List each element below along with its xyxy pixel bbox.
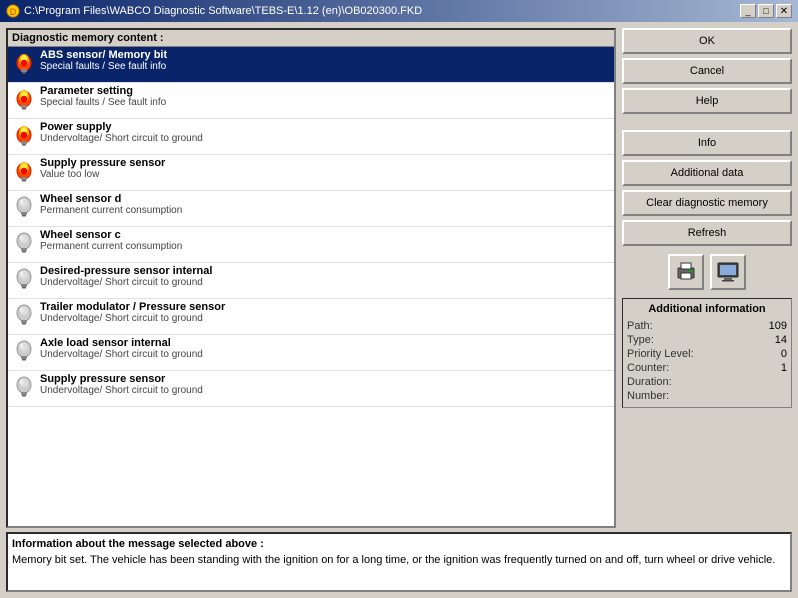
window-controls: _ □ ✕ bbox=[740, 4, 792, 18]
list-item[interactable]: Axle load sensor internalUndervoltage/ S… bbox=[8, 335, 614, 371]
item-title: Wheel sensor d bbox=[40, 193, 182, 205]
info-row: Priority Level: 0 bbox=[627, 347, 787, 361]
additional-info-title: Additional information bbox=[627, 303, 787, 315]
bulb-icon bbox=[12, 267, 36, 291]
clear-diagnostic-button[interactable]: Clear diagnostic memory bbox=[622, 190, 792, 216]
item-title: Supply pressure sensor bbox=[40, 373, 203, 385]
item-title: Power supply bbox=[40, 121, 203, 133]
list-item[interactable]: Trailer modulator / Pressure sensorUnder… bbox=[8, 299, 614, 335]
item-title: Trailer modulator / Pressure sensor bbox=[40, 301, 225, 313]
print-icon bbox=[674, 260, 698, 284]
flame-icon bbox=[12, 51, 36, 75]
additional-info-panel: Additional information Path:109Type:14Pr… bbox=[622, 298, 792, 408]
bulb-icon bbox=[12, 339, 36, 363]
list-item[interactable]: Wheel sensor dPermanent current consumpt… bbox=[8, 191, 614, 227]
flame-icon bbox=[12, 159, 36, 183]
item-title: Supply pressure sensor bbox=[40, 157, 165, 169]
item-title: Desired-pressure sensor internal bbox=[40, 265, 212, 277]
info-field-value: 0 bbox=[781, 348, 787, 360]
minimize-button[interactable]: _ bbox=[740, 4, 756, 18]
item-subtitle: Special faults / See fault info bbox=[40, 61, 167, 72]
info-field-label: Duration: bbox=[627, 376, 672, 388]
item-subtitle: Special faults / See fault info bbox=[40, 97, 166, 108]
info-field-label: Counter: bbox=[627, 362, 669, 374]
bulb-icon bbox=[12, 195, 36, 219]
info-field-label: Path: bbox=[627, 320, 653, 332]
maximize-button[interactable]: □ bbox=[758, 4, 774, 18]
list-item[interactable]: Supply pressure sensorUndervoltage/ Shor… bbox=[8, 371, 614, 407]
close-button[interactable]: ✕ bbox=[776, 4, 792, 18]
info-field-label: Priority Level: bbox=[627, 348, 694, 360]
diagnostic-list[interactable]: ABS sensor/ Memory bitSpecial faults / S… bbox=[8, 47, 614, 526]
refresh-button[interactable]: Refresh bbox=[622, 220, 792, 246]
app-icon: D bbox=[6, 4, 20, 18]
info-field-label: Number: bbox=[627, 390, 669, 402]
bulb-icon bbox=[12, 303, 36, 327]
item-subtitle: Permanent current consumption bbox=[40, 241, 182, 252]
item-subtitle: Undervoltage/ Short circuit to ground bbox=[40, 133, 203, 144]
list-item[interactable]: Power supplyUndervoltage/ Short circuit … bbox=[8, 119, 614, 155]
item-subtitle: Undervoltage/ Short circuit to ground bbox=[40, 277, 212, 288]
info-row: Counter: 1 bbox=[627, 361, 787, 375]
info-row: Duration: bbox=[627, 375, 787, 389]
item-title: Axle load sensor internal bbox=[40, 337, 203, 349]
info-field-label: Type: bbox=[627, 334, 654, 346]
additional-data-button[interactable]: Additional data bbox=[622, 160, 792, 186]
main-content: Diagnostic memory content : ABS sensor/ … bbox=[6, 28, 792, 528]
info-row: Path: 109 bbox=[627, 319, 787, 333]
item-subtitle: Undervoltage/ Short circuit to ground bbox=[40, 349, 203, 360]
item-subtitle: Undervoltage/ Short circuit to ground bbox=[40, 313, 225, 324]
help-button[interactable]: Help bbox=[622, 88, 792, 114]
print-icon-button[interactable] bbox=[668, 254, 704, 290]
list-item[interactable]: Supply pressure sensorValue too low bbox=[8, 155, 614, 191]
info-fields: Path: 109 Type: 14 Priority Level: 0 Counter: 1… bbox=[627, 319, 787, 403]
list-label: Diagnostic memory content : bbox=[8, 30, 614, 47]
svg-text:D: D bbox=[10, 7, 17, 17]
list-item[interactable]: Parameter settingSpecial faults / See fa… bbox=[8, 83, 614, 119]
item-title: Parameter setting bbox=[40, 85, 166, 97]
list-item[interactable]: Wheel sensor cPermanent current consumpt… bbox=[8, 227, 614, 263]
info-row: Number: bbox=[627, 389, 787, 403]
info-button[interactable]: Info bbox=[622, 130, 792, 156]
info-field-value: 14 bbox=[775, 334, 787, 346]
bulb-icon bbox=[12, 231, 36, 255]
cancel-button[interactable]: Cancel bbox=[622, 58, 792, 84]
info-row: Type: 14 bbox=[627, 333, 787, 347]
title-bar: D C:\Program Files\WABCO Diagnostic Soft… bbox=[0, 0, 798, 22]
bottom-panel: Information about the message selected a… bbox=[6, 532, 792, 592]
item-title: Wheel sensor c bbox=[40, 229, 182, 241]
bulb-icon bbox=[12, 375, 36, 399]
item-subtitle: Permanent current consumption bbox=[40, 205, 182, 216]
right-panel: OK Cancel Help Info Additional data Clea… bbox=[622, 28, 792, 528]
display-icon bbox=[716, 260, 740, 284]
bottom-label: Information about the message selected a… bbox=[12, 538, 786, 550]
flame-icon bbox=[12, 87, 36, 111]
ok-button[interactable]: OK bbox=[622, 28, 792, 54]
info-field-value: 1 bbox=[781, 362, 787, 374]
icon-area bbox=[622, 250, 792, 294]
list-item[interactable]: ABS sensor/ Memory bitSpecial faults / S… bbox=[8, 47, 614, 83]
bottom-text: Memory bit set. The vehicle has been sta… bbox=[12, 553, 786, 568]
item-title: ABS sensor/ Memory bit bbox=[40, 49, 167, 61]
left-panel: Diagnostic memory content : ABS sensor/ … bbox=[6, 28, 616, 528]
flame-icon bbox=[12, 123, 36, 147]
list-item[interactable]: Desired-pressure sensor internalUndervol… bbox=[8, 263, 614, 299]
item-subtitle: Undervoltage/ Short circuit to ground bbox=[40, 385, 203, 396]
info-field-value: 109 bbox=[769, 320, 787, 332]
title-text: C:\Program Files\WABCO Diagnostic Softwa… bbox=[24, 5, 422, 17]
display-icon-button[interactable] bbox=[710, 254, 746, 290]
window-body: Diagnostic memory content : ABS sensor/ … bbox=[0, 22, 798, 598]
item-subtitle: Value too low bbox=[40, 169, 165, 180]
